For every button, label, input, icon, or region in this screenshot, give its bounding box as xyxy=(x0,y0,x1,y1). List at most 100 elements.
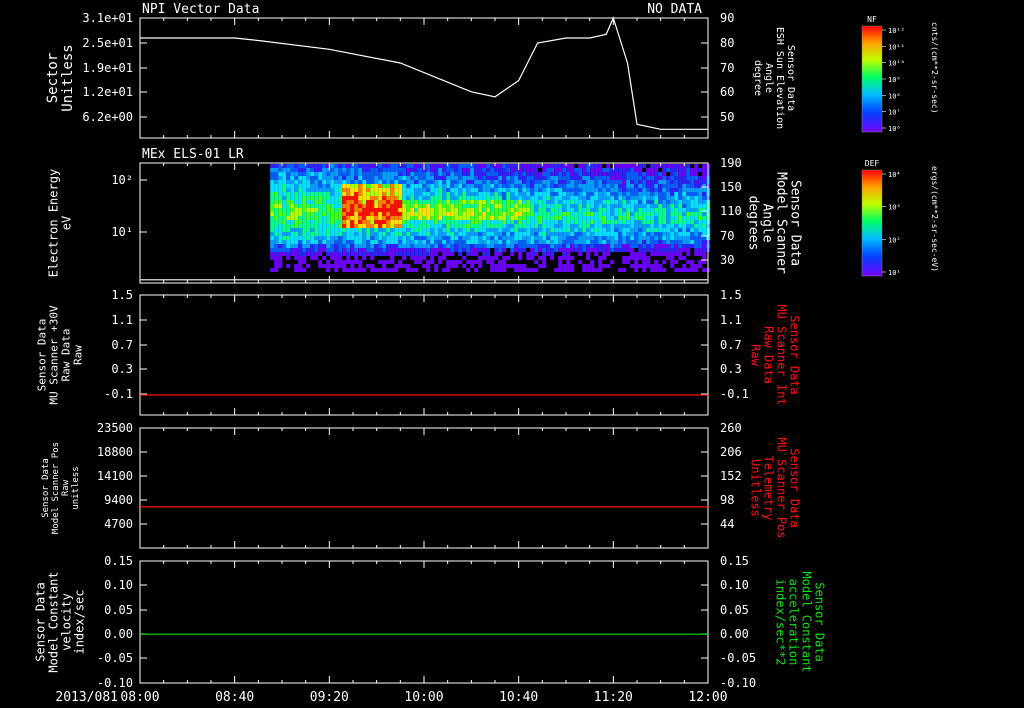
spectrogram-cell xyxy=(686,220,691,224)
spectrogram-cell xyxy=(638,168,643,172)
spectrogram-cell xyxy=(322,180,327,184)
spectrogram-cell xyxy=(370,208,375,212)
spectrogram-cell xyxy=(398,216,403,220)
spectrogram-cell xyxy=(590,208,595,212)
spectrogram-cell xyxy=(466,248,471,252)
spectrogram-cell xyxy=(314,220,319,224)
spectrogram-cell xyxy=(598,256,603,260)
spectrogram-cell xyxy=(302,208,307,212)
spectrogram-cell xyxy=(594,184,599,188)
spectrogram-cell xyxy=(614,240,619,244)
spectrogram-cell xyxy=(314,236,319,240)
spectrogram-cell xyxy=(442,180,447,184)
spectrogram-cell xyxy=(506,208,511,212)
spectrogram-cell xyxy=(282,232,287,236)
spectrogram-cell xyxy=(482,188,487,192)
spectrogram-cell xyxy=(582,248,587,252)
spectrogram-cell xyxy=(338,196,343,200)
spectrogram-cell xyxy=(658,236,663,240)
spectrogram-cell xyxy=(322,220,327,224)
spectrogram-cell xyxy=(546,200,551,204)
spectrogram-cell xyxy=(678,204,683,208)
spectrogram-cell xyxy=(622,220,627,224)
spectrogram-cell xyxy=(358,264,363,268)
spectrogram-cell xyxy=(310,176,315,180)
spectrogram-cell xyxy=(634,188,639,192)
spectrogram-cell xyxy=(530,176,535,180)
spectrogram-cell xyxy=(430,252,435,256)
spectrogram-cell xyxy=(382,196,387,200)
spectrogram-cell xyxy=(590,224,595,228)
spectrogram-cell xyxy=(530,248,535,252)
colorbar-tick-label: 10³ xyxy=(888,204,901,212)
spectrogram-cell xyxy=(286,184,291,188)
y-tick-label: 1.1 xyxy=(720,313,742,327)
spectrogram-cell xyxy=(546,220,551,224)
spectrogram-cell xyxy=(598,260,603,264)
spectrogram-cell xyxy=(630,200,635,204)
spectrogram-cell xyxy=(434,168,439,172)
spectrogram-cell xyxy=(334,268,339,272)
spectrogram-cell xyxy=(670,224,675,228)
spectrogram-cell xyxy=(602,176,607,180)
y-axis-label-line: eV xyxy=(60,216,74,230)
spectrogram-cell xyxy=(586,224,591,228)
spectrogram-cell xyxy=(482,172,487,176)
spectrogram-cell xyxy=(542,260,547,264)
spectrogram-cell xyxy=(358,200,363,204)
spectrogram-cell xyxy=(690,220,695,224)
spectrogram-cell xyxy=(642,256,647,260)
y-ticks-left: 3.1e+012.5e+011.9e+011.2e+016.2e+00 xyxy=(82,11,147,124)
spectrogram-cell xyxy=(446,192,451,196)
spectrogram-cell xyxy=(634,192,639,196)
spectrogram-cell xyxy=(494,188,499,192)
spectrogram-cell xyxy=(562,176,567,180)
spectrogram-cell xyxy=(526,216,531,220)
colorbar-tick-label: 10⁷ xyxy=(888,109,901,117)
spectrogram-cell xyxy=(582,168,587,172)
spectrogram-cell xyxy=(558,172,563,176)
spectrogram-cell xyxy=(470,244,475,248)
spectrogram-cell xyxy=(446,224,451,228)
spectrogram-cell xyxy=(298,184,303,188)
spectrogram-cell xyxy=(342,244,347,248)
spectrogram-cell xyxy=(650,236,655,240)
spectrogram-cell xyxy=(450,260,455,264)
spectrogram-cell xyxy=(638,204,643,208)
spectrogram-cell xyxy=(466,260,471,264)
spectrogram-cell xyxy=(658,176,663,180)
spectrogram-cell xyxy=(526,212,531,216)
spectrogram-cell xyxy=(318,260,323,264)
spectrogram-cell xyxy=(514,192,519,196)
spectrogram-cell xyxy=(346,200,351,204)
spectrogram-cell xyxy=(454,244,459,248)
spectrogram-cell xyxy=(370,164,375,168)
spectrogram-cell xyxy=(598,192,603,196)
spectrogram-cell xyxy=(334,232,339,236)
spectrogram-cell xyxy=(294,264,299,268)
spectrogram-cell xyxy=(438,224,443,228)
spectrogram-cell xyxy=(386,212,391,216)
spectrogram-cell xyxy=(354,220,359,224)
y-tick-label: 0.00 xyxy=(104,627,133,641)
spectrogram-cell xyxy=(286,240,291,244)
spectrogram-cell xyxy=(466,188,471,192)
spectrogram-cell xyxy=(606,196,611,200)
spectrogram-cell xyxy=(382,224,387,228)
spectrogram-cell xyxy=(390,236,395,240)
spectrogram-cell xyxy=(630,212,635,216)
spectrogram-cell xyxy=(650,200,655,204)
spectrogram-cell xyxy=(578,196,583,200)
spectrogram-cell xyxy=(698,240,703,244)
spectrogram-cell xyxy=(462,220,467,224)
spectrogram-cell xyxy=(634,172,639,176)
spectrogram-cell xyxy=(650,244,655,248)
spectrogram-cell xyxy=(666,184,671,188)
spectrogram-cell xyxy=(294,172,299,176)
spectrogram-cell xyxy=(538,176,543,180)
time-tick-label: 10:00 xyxy=(404,690,443,705)
spectrogram-cell xyxy=(598,176,603,180)
spectrogram-cell xyxy=(514,208,519,212)
spectrogram-cell xyxy=(346,240,351,244)
spectrogram-cell xyxy=(370,192,375,196)
